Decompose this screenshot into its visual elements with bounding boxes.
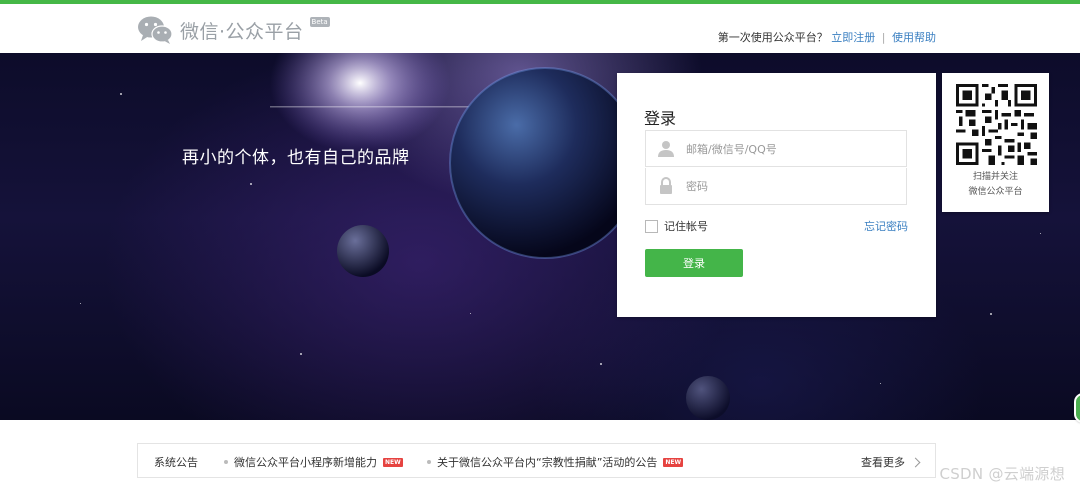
- password-field[interactable]: [645, 168, 907, 205]
- star: [80, 303, 81, 304]
- notice-item[interactable]: 关于微信公众平台内“宗教性捐献”活动的公告 NEW: [427, 454, 684, 470]
- qr-code-icon: [956, 84, 1037, 165]
- register-link[interactable]: 立即注册: [831, 31, 875, 44]
- notice-item[interactable]: 微信公众平台小程序新增能力 NEW: [224, 454, 403, 470]
- star: [990, 313, 992, 315]
- star: [880, 383, 881, 384]
- logo[interactable]: 微信·公众平台 Beta: [137, 14, 330, 46]
- star: [300, 353, 302, 355]
- star: [600, 363, 602, 365]
- banner-slogan: 再小的个体，也有自己的品牌: [182, 148, 410, 168]
- star: [470, 313, 471, 314]
- floating-side-tab[interactable]: [1074, 393, 1080, 423]
- forgot-password-link[interactable]: 忘记密码: [864, 218, 908, 234]
- notice-title: 系统公告: [154, 456, 198, 469]
- watermark: CSDN @云端源想: [939, 465, 1065, 483]
- header-links: 第一次使用公众平台？ 立即注册 | 使用帮助: [718, 29, 936, 45]
- help-link[interactable]: 使用帮助: [892, 31, 936, 44]
- qr-panel: 扫描并关注 微信公众平台: [942, 73, 1049, 212]
- remember-account[interactable]: 记住帐号: [645, 218, 708, 234]
- new-badge: NEW: [663, 457, 684, 467]
- qr-caption: 扫描并关注 微信公众平台: [942, 170, 1049, 200]
- remember-checkbox[interactable]: [645, 219, 658, 233]
- header: 微信·公众平台 Beta 第一次使用公众平台？ 立即注册 | 使用帮助: [0, 4, 1080, 53]
- first-time-prompt: 第一次使用公众平台？: [717, 31, 828, 44]
- wechat-logo-icon: [138, 16, 173, 44]
- login-button[interactable]: 登录: [645, 249, 743, 277]
- link-separator: |: [881, 31, 886, 44]
- lock-icon: [660, 177, 672, 194]
- user-icon: [658, 141, 674, 157]
- notice-item-text: 微信公众平台小程序新增能力: [234, 456, 377, 469]
- logo-text: 微信·公众平台: [180, 20, 304, 43]
- login-title: 登录: [644, 109, 677, 128]
- qr-caption-line1: 扫描并关注: [972, 172, 1018, 182]
- remember-label: 记住帐号: [664, 220, 708, 233]
- bullet-dot: [427, 460, 431, 464]
- login-panel: 登录 记住帐号 忘记密码 登录: [617, 73, 936, 317]
- star: [1040, 233, 1041, 234]
- beta-badge: Beta: [309, 17, 330, 27]
- new-badge: NEW: [383, 457, 403, 467]
- view-more-label: 查看更多: [861, 456, 905, 469]
- system-notice-bar: 系统公告 微信公众平台小程序新增能力 NEW 关于微信公众平台内“宗教性捐献”活…: [137, 443, 936, 478]
- bullet-dot: [224, 460, 228, 464]
- account-field[interactable]: [645, 130, 907, 167]
- password-input[interactable]: [686, 176, 886, 196]
- star: [120, 93, 122, 95]
- account-input[interactable]: [686, 139, 886, 159]
- qr-caption-line2: 微信公众平台: [968, 187, 1023, 197]
- notice-item-text: 关于微信公众平台内“宗教性捐献”活动的公告: [437, 456, 658, 469]
- view-more-link[interactable]: 查看更多: [861, 454, 921, 470]
- star: [250, 183, 252, 185]
- chevron-right-icon: [910, 457, 921, 467]
